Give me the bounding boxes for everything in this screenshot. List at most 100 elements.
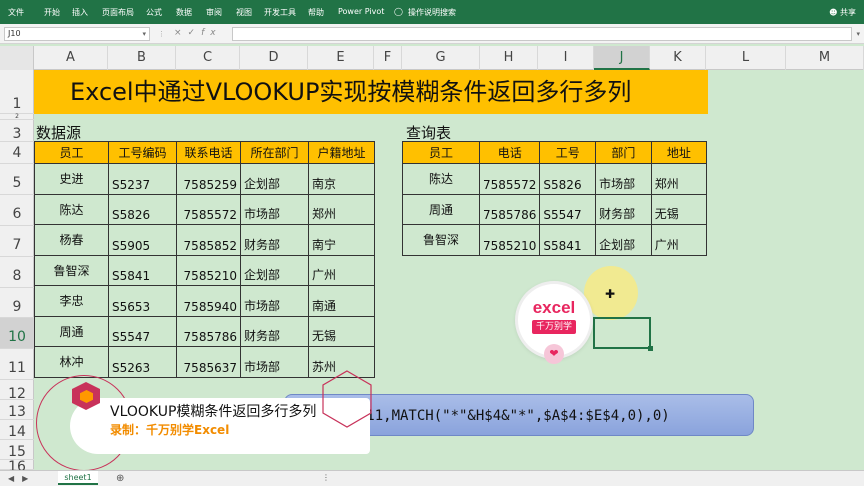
tab-data[interactable]: 数据 xyxy=(176,7,192,18)
cancel-icon[interactable]: × xyxy=(174,28,188,38)
table-cell[interactable]: 7585852 xyxy=(176,224,241,256)
table-cell[interactable]: S5841 xyxy=(539,224,597,256)
sheet-tab-sheet1[interactable]: sheet1 xyxy=(58,471,98,485)
column-header-cell[interactable]: 员工 xyxy=(402,141,480,164)
tab-insert[interactable]: 插入 xyxy=(72,7,88,18)
table-cell[interactable]: 南宁 xyxy=(308,224,375,256)
table-cell[interactable]: 7585786 xyxy=(478,193,541,225)
row-12[interactable]: 12 xyxy=(0,380,34,402)
column-j[interactable]: J xyxy=(594,46,650,70)
tab-formulas[interactable]: 公式 xyxy=(146,7,162,18)
splitter-icon[interactable]: ⋮ xyxy=(158,30,165,38)
table-cell[interactable]: 7585940 xyxy=(176,285,241,317)
table-cell[interactable]: 鲁智深 xyxy=(34,254,109,286)
table-cell[interactable]: S5547 xyxy=(539,193,597,225)
row-16[interactable]: 16 xyxy=(0,460,34,474)
check-icon[interactable]: ✓ xyxy=(188,28,202,38)
table-cell[interactable]: 企划部 xyxy=(240,254,309,286)
table-cell[interactable]: 7585572 xyxy=(176,193,241,225)
table-cell[interactable]: 7585572 xyxy=(478,163,541,195)
row-13[interactable]: 13 xyxy=(0,400,34,420)
select-all-corner[interactable] xyxy=(0,46,34,70)
table-cell[interactable]: 史进 xyxy=(34,163,109,195)
table-cell[interactable]: 鲁智深 xyxy=(402,224,480,256)
table-cell[interactable]: 杨春 xyxy=(34,224,109,256)
row-9[interactable]: 9 xyxy=(0,288,34,318)
column-header-cell[interactable]: 地址 xyxy=(650,141,708,164)
table-cell[interactable]: 陈达 xyxy=(402,163,480,195)
table-cell[interactable]: 无锡 xyxy=(308,315,375,347)
column-l[interactable]: L xyxy=(706,46,786,70)
table-cell[interactable]: 7585210 xyxy=(478,224,541,256)
table-cell[interactable]: 7585786 xyxy=(176,315,241,347)
row-10[interactable]: 10 xyxy=(0,318,34,349)
column-header-cell[interactable]: 工号 xyxy=(539,141,597,164)
column-header-cell[interactable]: 电话 xyxy=(478,141,541,164)
row-5[interactable]: 5 xyxy=(0,164,34,195)
column-m[interactable]: M xyxy=(786,46,864,70)
column-k[interactable]: K xyxy=(650,46,706,70)
active-cell-j10[interactable] xyxy=(593,317,653,351)
table-cell[interactable]: 南通 xyxy=(308,285,375,317)
tell-me-search[interactable]: 操作说明搜索 xyxy=(408,7,456,18)
table-cell[interactable]: S5826 xyxy=(108,193,177,225)
row-6[interactable]: 6 xyxy=(0,195,34,226)
table-cell[interactable]: 李忠 xyxy=(34,285,109,317)
table-cell[interactable]: 市场部 xyxy=(240,193,309,225)
row-7[interactable]: 7 xyxy=(0,226,34,257)
tab-review[interactable]: 审阅 xyxy=(206,7,222,18)
table-cell[interactable]: S5826 xyxy=(539,163,597,195)
fx-icon[interactable]: fx xyxy=(201,28,222,38)
row-14[interactable]: 14 xyxy=(0,420,34,440)
row-1[interactable]: 1 xyxy=(0,70,34,114)
table-cell[interactable]: 7585259 xyxy=(176,163,241,195)
table-cell[interactable]: 广州 xyxy=(650,224,708,256)
name-box[interactable]: J10 ▾ xyxy=(4,27,150,41)
row-8[interactable]: 8 xyxy=(0,257,34,288)
column-header-cell[interactable]: 员工 xyxy=(34,141,109,164)
table-cell[interactable]: S5841 xyxy=(108,254,177,286)
column-c[interactable]: C xyxy=(176,46,240,70)
column-b[interactable]: B xyxy=(108,46,176,70)
row-11[interactable]: 11 xyxy=(0,349,34,380)
row-4[interactable]: 4 xyxy=(0,142,34,164)
tab-help[interactable]: 帮助 xyxy=(308,7,324,18)
tab-page-layout[interactable]: 页面布局 xyxy=(102,7,134,18)
table-cell[interactable]: 7585210 xyxy=(176,254,241,286)
table-cell[interactable]: 财务部 xyxy=(240,315,309,347)
table-cell[interactable]: 市场部 xyxy=(240,285,309,317)
table-cell[interactable]: 财务部 xyxy=(240,224,309,256)
column-d[interactable]: D xyxy=(240,46,308,70)
tab-power-pivot[interactable]: Power Pivot xyxy=(338,7,384,16)
column-header-cell[interactable]: 户籍地址 xyxy=(308,141,375,164)
table-cell[interactable]: 郑州 xyxy=(308,193,375,225)
worksheet-grid[interactable]: Excel中通过VLOOKUP实现按模糊条件返回多行多列 数据源 查询表 员工 … xyxy=(34,70,864,471)
column-e[interactable]: E xyxy=(308,46,374,70)
share-button[interactable]: ☻ 共享 xyxy=(829,7,856,18)
tab-developer[interactable]: 开发工具 xyxy=(264,7,296,18)
table-cell[interactable]: 周通 xyxy=(34,315,109,347)
table-cell[interactable]: 财务部 xyxy=(595,193,652,225)
row-15[interactable]: 15 xyxy=(0,440,34,460)
sheet-nav-arrows[interactable]: ◀▶ xyxy=(8,474,36,483)
table-cell[interactable]: S5237 xyxy=(108,163,177,195)
column-h[interactable]: H xyxy=(480,46,538,70)
column-header-cell[interactable]: 所在部门 xyxy=(240,141,309,164)
table-cell[interactable]: 广州 xyxy=(308,254,375,286)
table-cell[interactable]: 企划部 xyxy=(595,224,652,256)
chevron-down-icon[interactable]: ▾ xyxy=(142,28,146,40)
table-cell[interactable]: 7585637 xyxy=(176,346,241,378)
chevron-down-icon[interactable]: ▾ xyxy=(856,30,860,38)
column-a[interactable]: A xyxy=(34,46,108,70)
table-cell[interactable]: S5547 xyxy=(108,315,177,347)
column-header-cell[interactable]: 联系电话 xyxy=(176,141,241,164)
column-header-cell[interactable]: 部门 xyxy=(595,141,652,164)
column-header-cell[interactable]: 工号编码 xyxy=(108,141,177,164)
column-g[interactable]: G xyxy=(402,46,480,70)
table-cell[interactable]: 企划部 xyxy=(240,163,309,195)
table-cell[interactable]: 无锡 xyxy=(650,193,708,225)
formula-input[interactable] xyxy=(232,27,852,41)
tab-file[interactable]: 文件 xyxy=(8,7,24,18)
row-3[interactable]: 3 xyxy=(0,120,34,142)
table-cell[interactable]: 南京 xyxy=(308,163,375,195)
